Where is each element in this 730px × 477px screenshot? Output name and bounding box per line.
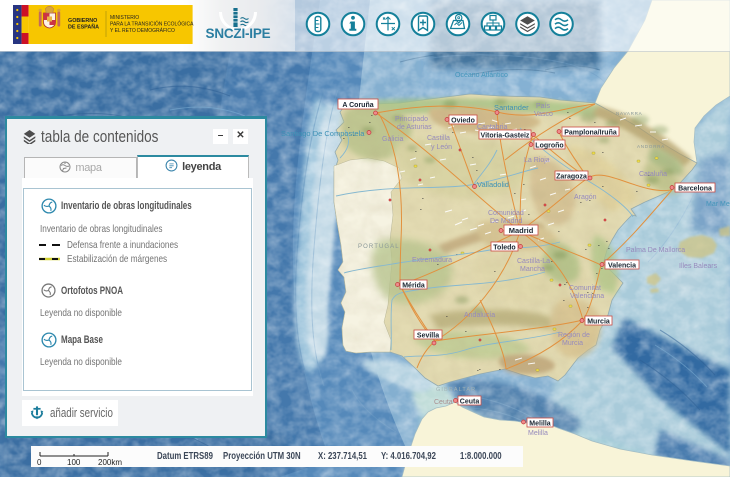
svg-text:Extremadura: Extremadura	[412, 257, 452, 264]
svg-text:Mar Me: Mar Me	[706, 201, 730, 208]
svg-text:Toledo: Toledo	[493, 245, 515, 252]
svg-text:200km: 200km	[98, 458, 122, 467]
svg-text:De Madrid: De Madrid	[490, 218, 522, 225]
svg-text:La Rioja: La Rioja	[524, 157, 550, 164]
svg-text:Castilla-La: Castilla-La	[517, 258, 550, 265]
svg-text:100: 100	[67, 458, 81, 467]
svg-text:A Coruña: A Coruña	[342, 102, 373, 109]
svg-text:Mérida: Mérida	[402, 283, 425, 290]
svg-text:Vitoria-Gasteiz: Vitoria-Gasteiz	[481, 133, 530, 140]
svg-text:Palma De Mallorca: Palma De Mallorca	[626, 247, 685, 254]
svg-text:Illes Balears: Illes Balears	[679, 263, 718, 270]
svg-text:Valencia: Valencia	[608, 263, 636, 270]
svg-text:Galicia: Galicia	[382, 136, 404, 143]
svg-text:Mancha: Mancha	[520, 266, 545, 273]
svg-text:Sevilla: Sevilla	[417, 333, 439, 340]
svg-text:GIBRALTAR: GIBRALTAR	[436, 387, 476, 393]
svg-text:Melilla: Melilla	[528, 430, 548, 437]
svg-text:Zaragoza: Zaragoza	[556, 174, 587, 181]
svg-text:Pamplona/Iruña: Pamplona/Iruña	[564, 130, 617, 137]
svg-text:MINISTERIO: MINISTERIO	[110, 15, 139, 21]
svg-text:Oviedo: Oviedo	[451, 118, 475, 125]
svg-text:Océano Atlántico: Océano Atlántico	[455, 72, 508, 79]
svg-text:Vasco: Vasco	[534, 111, 553, 118]
svg-text:SNCZI-IPE: SNCZI-IPE	[206, 26, 271, 41]
svg-text:Andalucía: Andalucía	[464, 312, 495, 319]
svg-text:Ceuta: Ceuta	[434, 399, 453, 406]
svg-text:Barcelona: Barcelona	[678, 186, 712, 193]
svg-text:Valenciana: Valenciana	[570, 293, 604, 300]
svg-text:ANDORRA: ANDORRA	[637, 144, 665, 149]
svg-text:País: País	[536, 103, 551, 110]
svg-text:Murcia: Murcia	[587, 319, 610, 326]
svg-text:Principado: Principado	[395, 116, 428, 123]
svg-text:Logroño: Logroño	[535, 143, 563, 150]
svg-text:PORTUGAL: PORTUGAL	[358, 244, 400, 250]
svg-text:GOBIERNO: GOBIERNO	[68, 18, 97, 24]
svg-text:NAVARRA: NAVARRA	[616, 111, 643, 116]
svg-text:0: 0	[37, 458, 42, 467]
svg-text:Región de: Región de	[558, 332, 590, 339]
svg-text:DE ESPAÑA: DE ESPAÑA	[68, 24, 99, 31]
svg-text:Comunidad: Comunidad	[488, 210, 524, 217]
svg-text:Ceuta: Ceuta	[460, 399, 480, 406]
svg-text:de Asturias: de Asturias	[397, 124, 432, 131]
svg-text:Comunitat: Comunitat	[569, 285, 601, 292]
svg-text:Valladolid: Valladolid	[477, 180, 509, 189]
svg-text:Y EL RETO DEMOGRÁFICO: Y EL RETO DEMOGRÁFICO	[110, 27, 175, 34]
svg-text:Cataluña: Cataluña	[639, 171, 667, 178]
svg-text:Aragón: Aragón	[574, 194, 597, 201]
svg-text:Santiago De Compostela: Santiago De Compostela	[281, 129, 365, 138]
svg-text:Madrid: Madrid	[509, 226, 534, 235]
svg-text:y León: y León	[431, 144, 452, 151]
svg-text:Santander: Santander	[494, 103, 529, 112]
svg-text:PARA LA TRANSICIÓN ECOLÓGICA: PARA LA TRANSICIÓN ECOLÓGICA	[110, 21, 194, 28]
svg-text:Castilla: Castilla	[427, 135, 450, 142]
svg-text:Melilla: Melilla	[529, 421, 551, 428]
svg-text:Murcia: Murcia	[562, 340, 583, 347]
